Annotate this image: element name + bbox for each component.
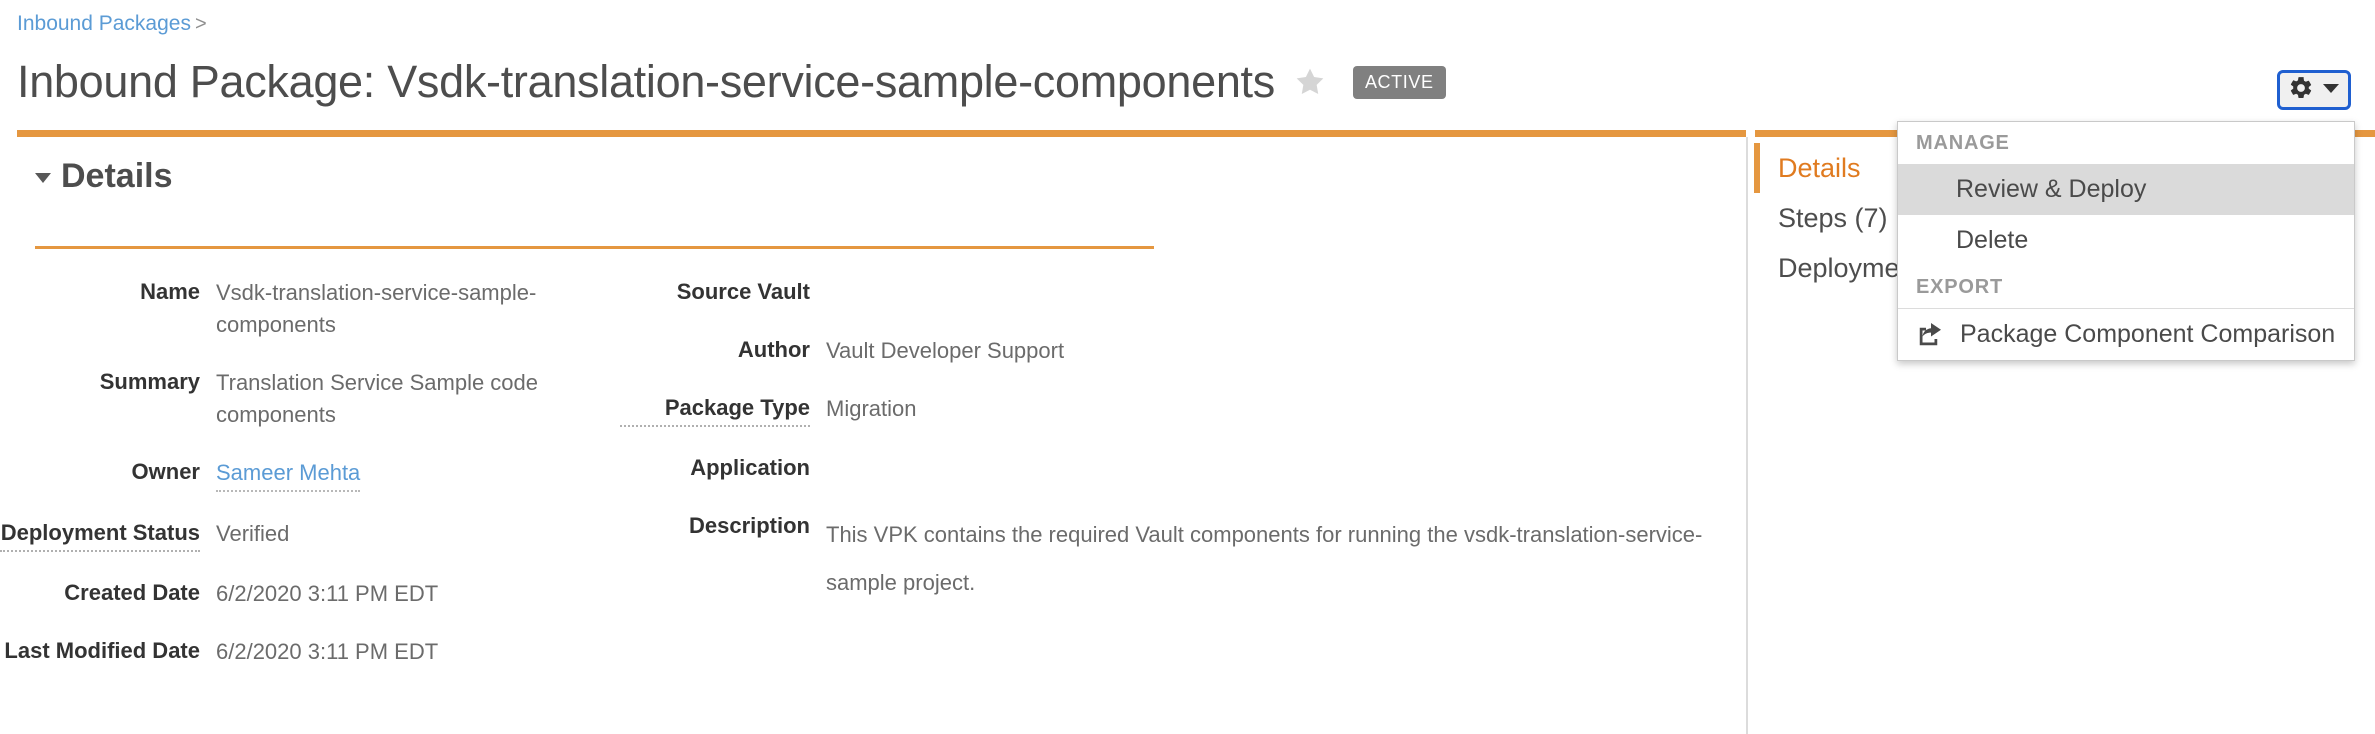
inbound-package-detail-page: Inbound Packages > Inbound Package: Vsdk-… [0,0,2375,734]
breadcrumb: Inbound Packages > [17,11,207,37]
detail-field: Name Vsdk-translation-service-sample-comp… [0,276,620,341]
detail-field-label: Source Vault [676,279,810,304]
detail-field-value [826,452,1740,485]
star-icon[interactable] [1293,65,1327,99]
detail-field-label: Owner [131,459,200,484]
detail-field-value: Vsdk-translation-service-sample-componen… [216,280,537,337]
detail-field-value: Migration [826,396,917,421]
details-section-rule [35,246,1154,249]
detail-field-value: 6/2/2020 3:11 PM EDT [216,581,439,606]
detail-field-label[interactable]: Deployment Status [0,517,200,552]
detail-field-value: Vault Developer Support [826,338,1065,363]
actions-gear-button[interactable] [2277,70,2351,110]
detail-field-label: Application [690,455,810,480]
menu-item-delete[interactable]: Delete [1898,215,2354,266]
detail-field: Last Modified Date 6/2/2020 3:11 PM EDT [0,635,620,668]
detail-field-value: 6/2/2020 3:11 PM EDT [216,639,439,664]
breadcrumb-separator: > [194,13,207,35]
menu-group-label-export: EXPORT [1916,276,2004,298]
detail-field: Owner Sameer Mehta [0,456,620,492]
detail-field-label: Author [737,337,810,362]
page-title-row: Inbound Package: Vsdk-translation-servic… [17,56,1446,108]
header-accent-rule-left [17,130,1746,137]
share-export-icon [1916,319,1950,349]
caret-down-icon [35,173,51,183]
detail-field: Summary Translation Service Sample code c… [0,366,620,431]
detail-field-value[interactable]: Sameer Mehta [216,456,361,492]
detail-field-label: Created Date [64,580,200,605]
detail-field: Source Vault [620,276,1740,309]
detail-field: Description This VPK contains the require… [620,510,1740,607]
status-badge: ACTIVE [1352,65,1446,99]
details-section-title: Details [61,157,173,195]
menu-item-package-component-comparison[interactable]: Package Component Comparison [1898,308,2354,360]
gear-icon [2288,75,2314,106]
menu-item-label: Package Component Comparison [1960,320,2336,348]
details-left-column: Name Vsdk-translation-service-sample-comp… [0,276,620,693]
page-title: Inbound Package: Vsdk-translation-servic… [17,56,1275,107]
detail-field: Application [620,452,1740,485]
actions-dropdown-menu: MANAGE Review & Deploy Delete EXPORT Package… [1897,121,2355,361]
detail-field-value: Translation Service Sample code componen… [216,370,539,427]
detail-field: Created Date 6/2/2020 3:11 PM EDT [0,577,620,610]
menu-item-review-deploy[interactable]: Review & Deploy [1898,164,2354,215]
detail-field-label: Description [688,513,810,538]
detail-field-label: Last Modified Date [4,638,200,663]
detail-field: Package Type Migration [620,392,1740,427]
detail-field-value [826,276,1740,309]
detail-field: Deployment Status Verified [0,517,620,552]
detail-field: Author Vault Developer Support [620,334,1740,367]
chevron-down-icon [2321,81,2341,100]
detail-field-label: Summary [99,369,200,394]
rail-divider [1746,137,1748,734]
detail-field-label: Name [140,279,200,304]
details-section-header[interactable]: Details [35,156,173,196]
detail-field-value: Verified [216,521,290,546]
breadcrumb-link-inbound-packages[interactable]: Inbound Packages [17,12,191,35]
details-right-column: Source Vault Author Vault Developer Suppor… [620,276,1740,632]
detail-field-value: This VPK contains the required Vault com… [826,522,1703,595]
detail-field-label[interactable]: Package Type [620,392,810,427]
menu-group-label-manage: MANAGE [1916,132,2010,154]
